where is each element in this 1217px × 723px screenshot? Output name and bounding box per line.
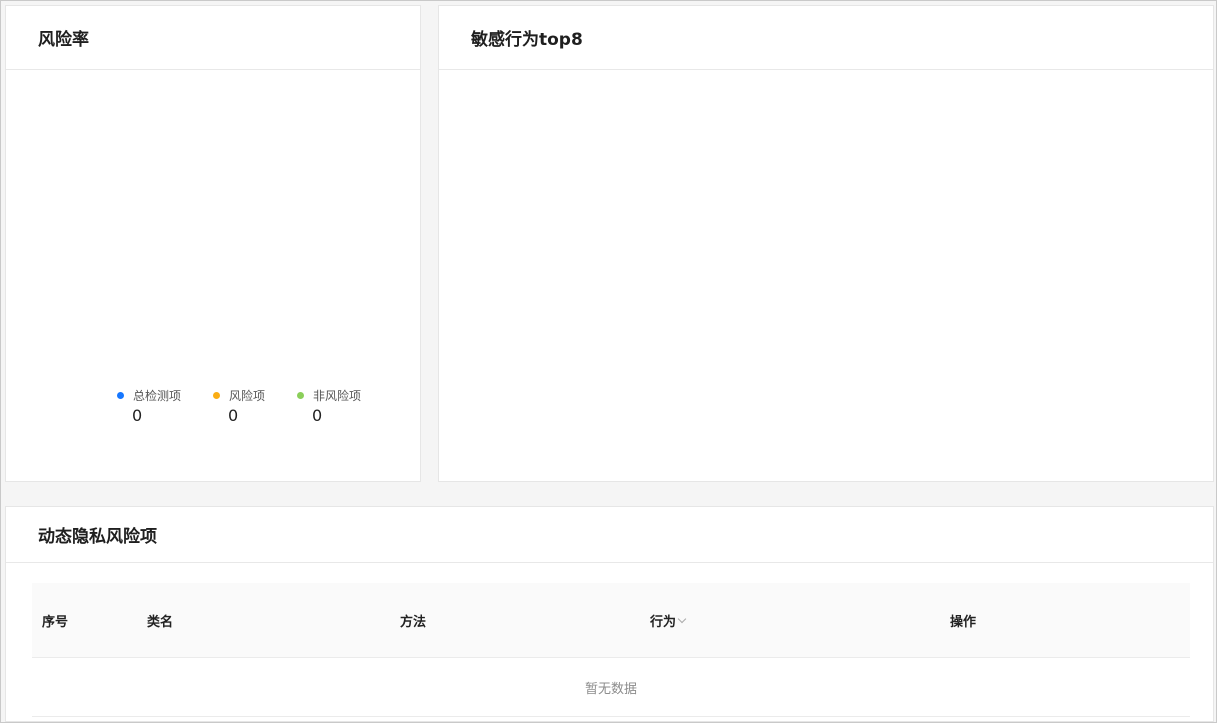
dynamic-privacy-risk-card: 动态隐私风险项 序号 类名 方法 行为 操作 暂无数据 bbox=[5, 506, 1214, 722]
column-header-action: 操作 bbox=[950, 583, 976, 657]
legend-nonrisk-label: 非风险项 bbox=[313, 388, 362, 403]
column-header-method-label: 方法 bbox=[400, 614, 427, 630]
page-frame: 风险率 总检测项 0 风险项 0 非风险项 0 敏感行为top8 动态隐私风险项… bbox=[0, 0, 1217, 723]
legend-total-label: 总检测项 bbox=[133, 388, 182, 403]
column-header-class-name: 类名 bbox=[147, 583, 173, 657]
legend-risk-dot bbox=[213, 391, 220, 399]
legend-nonrisk-value: 0 bbox=[312, 406, 323, 425]
table-header-row: 序号 类名 方法 行为 操作 bbox=[32, 583, 1190, 658]
risk-rate-header: 风险率 bbox=[6, 6, 420, 70]
legend-risk: 风险项 0 bbox=[213, 387, 265, 425]
sensitive-behavior-header: 敏感行为top8 bbox=[439, 6, 1213, 70]
column-header-action-label: 操作 bbox=[950, 614, 977, 630]
sensitive-behavior-chart-area bbox=[439, 70, 1213, 481]
risk-rate-title: 风险率 bbox=[38, 30, 89, 50]
column-header-behavior-label: 行为 bbox=[650, 614, 677, 630]
legend-total-value: 0 bbox=[132, 406, 143, 425]
dynamic-privacy-risk-title: 动态隐私风险项 bbox=[38, 527, 157, 547]
legend-nonrisk: 非风险项 0 bbox=[297, 387, 361, 425]
risk-items-table: 序号 类名 方法 行为 操作 暂无数据 bbox=[32, 583, 1190, 717]
chevron-down-icon[interactable] bbox=[677, 614, 687, 623]
column-header-method: 方法 bbox=[400, 583, 426, 657]
legend-total: 总检测项 0 bbox=[117, 387, 181, 425]
sensitive-behavior-card: 敏感行为top8 bbox=[438, 5, 1214, 482]
risk-rate-card: 风险率 总检测项 0 风险项 0 非风险项 0 bbox=[5, 5, 421, 482]
table-empty-row: 暂无数据 bbox=[32, 658, 1190, 717]
column-header-index: 序号 bbox=[42, 583, 68, 657]
column-header-behavior[interactable]: 行为 bbox=[650, 583, 687, 657]
column-header-class-name-label: 类名 bbox=[147, 614, 174, 630]
sensitive-behavior-title: 敏感行为top8 bbox=[471, 30, 583, 50]
legend-nonrisk-dot bbox=[297, 391, 304, 399]
legend-risk-label: 风险项 bbox=[229, 388, 266, 403]
dynamic-privacy-risk-header: 动态隐私风险项 bbox=[6, 507, 1213, 563]
empty-text: 暂无数据 bbox=[584, 681, 637, 697]
legend-risk-value: 0 bbox=[228, 406, 239, 425]
column-header-index-label: 序号 bbox=[42, 614, 69, 630]
legend-total-dot bbox=[117, 391, 124, 399]
